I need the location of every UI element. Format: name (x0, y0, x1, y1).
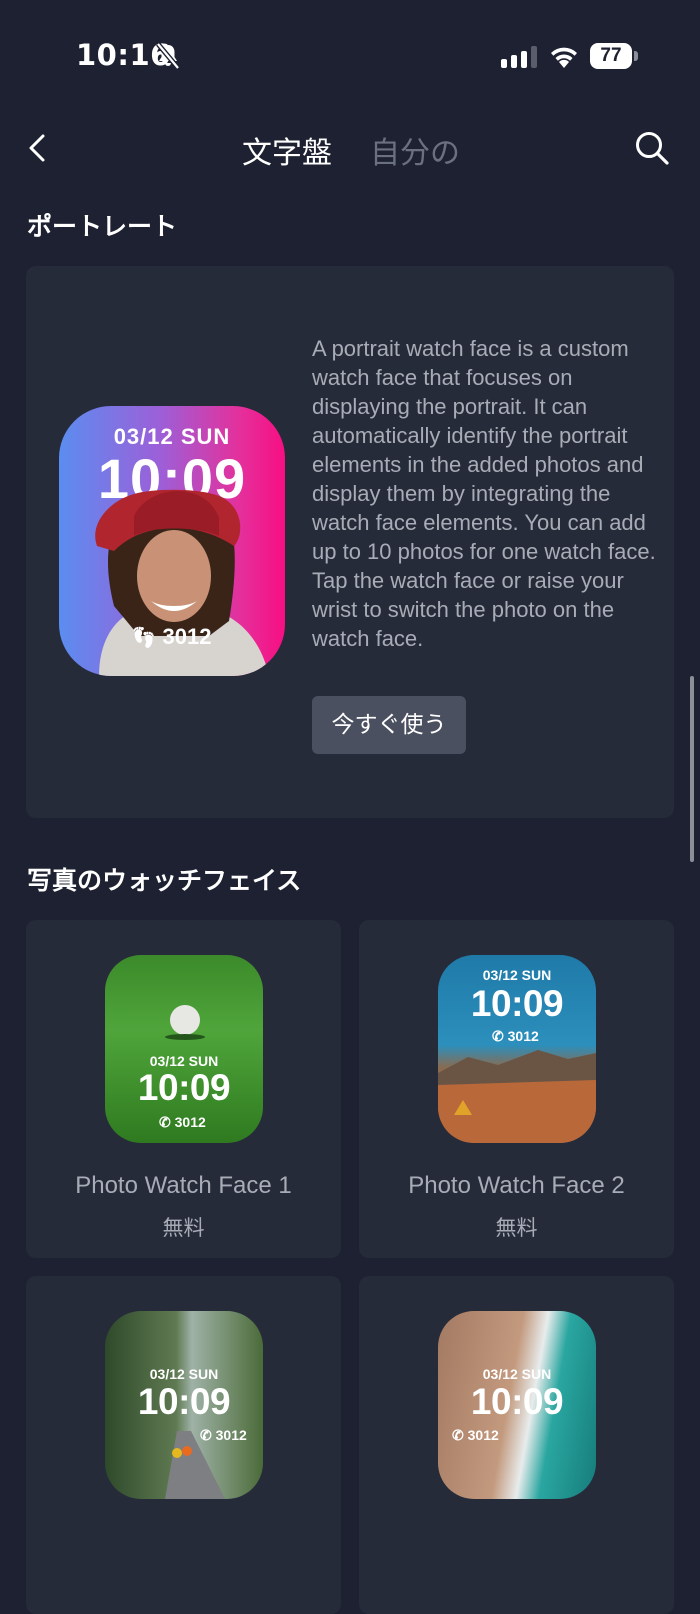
card-title: Photo Watch Face 2 (408, 1172, 625, 1199)
status-bar: 10:16 77 (0, 0, 700, 110)
face-date: 03/12 SUN (482, 1366, 552, 1382)
bell-slash-icon (156, 43, 180, 69)
phone-icon: ✆ (492, 1028, 504, 1044)
face-steps-value: 3012 (215, 1427, 247, 1443)
battery-tip (634, 51, 638, 61)
card-price: 無料 (495, 1216, 538, 1240)
wifi-icon (551, 47, 577, 68)
face-time: 10:09 (470, 1381, 564, 1422)
card-price: 無料 (162, 1216, 205, 1240)
watch-face-thumbnail: 03/12 SUN 10:09 ✆ 3012 (105, 1311, 263, 1499)
use-now-button[interactable]: 今すぐ使う (312, 696, 466, 754)
face-date: 03/12 SUN (482, 967, 552, 983)
face-steps-value: 3012 (467, 1427, 499, 1443)
face-steps: ✆ 3012 (200, 1427, 247, 1444)
search-icon[interactable] (632, 128, 672, 168)
face-steps-value: 3012 (162, 624, 212, 649)
portrait-description: A portrait watch face is a custom watch … (312, 336, 656, 651)
chevron-left-icon[interactable] (22, 131, 56, 165)
face-time: 10:09 (137, 1381, 231, 1422)
face-steps: ✆ 3012 (492, 1028, 539, 1045)
photo-section-title: 写真のウォッチフェイス (27, 866, 302, 895)
photo-watch-face-card[interactable]: 03/12 SUN 10:09 ✆ 3012 (359, 1276, 674, 1614)
portrait-card: 03/12 SUN 10:09 👣︎ 3012 A portrait watch… (26, 266, 674, 818)
phone-icon: ✆ (452, 1427, 464, 1443)
portrait-watch-face-preview[interactable]: 03/12 SUN 10:09 👣︎ 3012 (59, 406, 285, 676)
face-date: 03/12 SUN (149, 1366, 219, 1382)
watch-face-thumbnail: 03/12 SUN 10:09 ✆ 3012 (438, 955, 596, 1143)
face-steps-value: 3012 (507, 1028, 539, 1044)
phone-icon: ✆ (159, 1114, 171, 1130)
cellular-signal-icon (501, 46, 537, 68)
face-time: 10:09 (470, 983, 564, 1024)
tab-mine[interactable]: 自分の (370, 128, 460, 172)
photo-watch-face-card[interactable]: 03/12 SUN 10:09 ✆ 3012 Photo Watch Face … (359, 920, 674, 1258)
footprints-icon: 👣︎ (131, 627, 157, 649)
scrollbar[interactable] (690, 676, 694, 862)
phone-icon: ✆ (200, 1427, 212, 1443)
watch-face-thumbnail: 03/12 SUN 10:09 ✆ 3012 (438, 1311, 596, 1499)
watch-face-thumbnail: 03/12 SUN 10:09 ✆ 3012 (105, 955, 263, 1143)
face-steps: ✆ 3012 (159, 1114, 206, 1131)
face-steps: 👣︎ 3012 (131, 624, 211, 650)
face-time: 10:09 (137, 1067, 231, 1108)
face-steps: ✆ 3012 (452, 1427, 499, 1444)
top-nav: 文字盤 自分の (0, 118, 700, 178)
battery-indicator: 77 (590, 43, 632, 69)
photo-watch-face-card[interactable]: 03/12 SUN 10:09 ✆ 3012 Photo Watch Face … (26, 920, 341, 1258)
face-steps-value: 3012 (174, 1114, 206, 1130)
portrait-section-title: ポートレート (27, 212, 178, 241)
card-title: Photo Watch Face 1 (75, 1172, 292, 1199)
photo-watch-face-card[interactable]: 03/12 SUN 10:09 ✆ 3012 (26, 1276, 341, 1614)
tab-watch-faces[interactable]: 文字盤 (242, 128, 332, 172)
